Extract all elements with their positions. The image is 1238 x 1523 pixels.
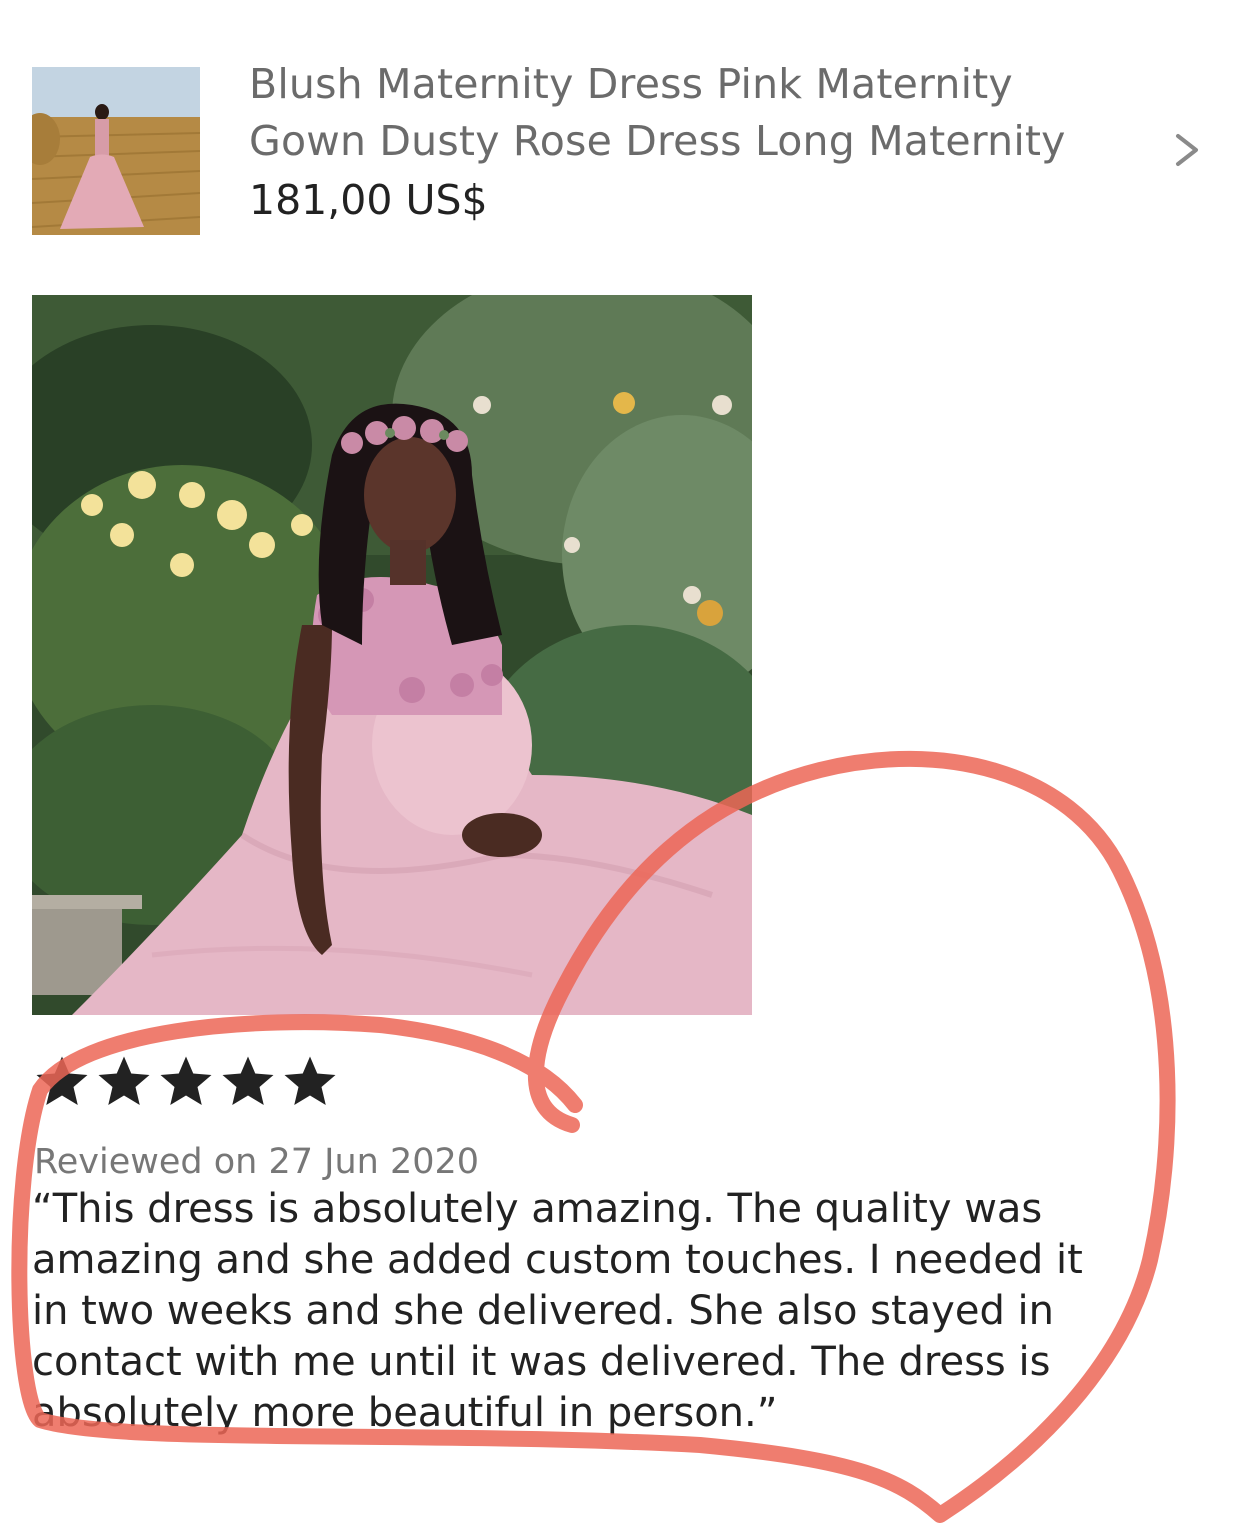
product-listing-row[interactable]: Blush Maternity Dress Pink Maternity Gow… [0,0,1238,260]
review-date: Reviewed on 27 Jun 2020 [34,1142,480,1182]
product-price: 181,00 US$ [249,176,488,224]
star-icon [36,1056,88,1105]
review-text: “This dress is absolutely amazing. The q… [32,1186,1083,1436]
product-thumbnail-image [32,67,200,235]
chevron-right-icon[interactable] [1172,130,1202,170]
product-title[interactable]: Blush Maternity Dress Pink Maternity Gow… [249,56,1129,170]
star-icon [222,1056,274,1105]
product-thumbnail[interactable] [32,67,200,235]
product-title-line-1: Blush Maternity Dress Pink Maternity [249,60,1013,108]
star-icon [98,1056,150,1105]
star-rating [32,1052,340,1112]
star-icon [284,1056,336,1105]
product-title-line-2: Gown Dusty Rose Dress Long Maternity [249,117,1066,165]
review-photo-image [32,295,752,1015]
review-photo[interactable] [32,295,752,1015]
star-icon [160,1056,212,1105]
